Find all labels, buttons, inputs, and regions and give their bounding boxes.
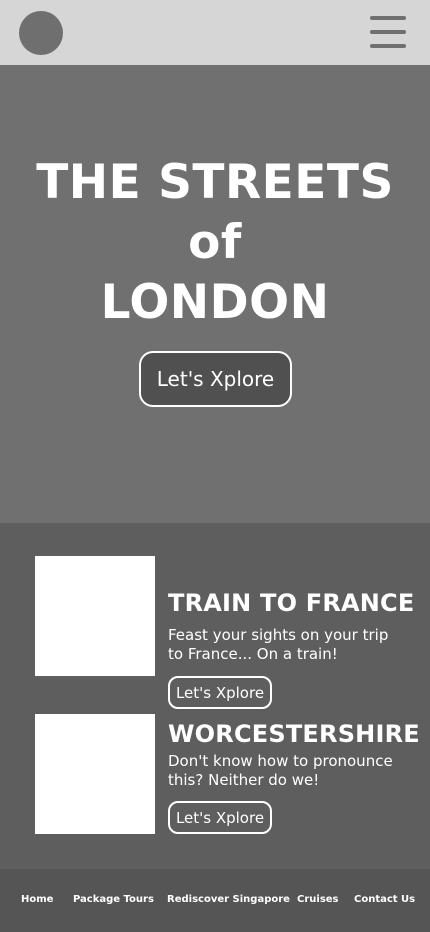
- footer-link-rediscover-singapore[interactable]: Rediscover Singapore: [167, 894, 290, 905]
- hero-title-line-2: of: [188, 215, 242, 270]
- card-description: Feast your sights on your trip to France…: [168, 626, 389, 663]
- menu-line-icon: [370, 30, 406, 34]
- menu-line-icon: [370, 44, 406, 48]
- card-explore-button[interactable]: Let's Xplore: [168, 801, 272, 834]
- logo-icon[interactable]: [19, 11, 63, 55]
- card-image[interactable]: [35, 556, 155, 676]
- menu-line-icon: [370, 16, 406, 20]
- destination-card-train-to-france: TRAIN TO FRANCE Feast your sights on you…: [0, 556, 430, 709]
- top-bar: [0, 0, 430, 65]
- destination-card-worcestershire: WORCESTERSHIRE Don't know how to pronoun…: [0, 714, 430, 836]
- hero-section: THE STREETS of LONDON Let's Xplore: [0, 65, 430, 523]
- footer-link-contact-us[interactable]: Contact Us: [354, 894, 415, 905]
- card-description: Don't know how to pronounce this? Neithe…: [168, 752, 393, 789]
- hero-title-line-3: LONDON: [100, 275, 330, 330]
- hero-title-line-1: THE STREETS: [36, 155, 394, 210]
- card-title: TRAIN TO FRANCE: [168, 589, 415, 617]
- hero-explore-button[interactable]: Let's Xplore: [139, 351, 292, 407]
- card-explore-button[interactable]: Let's Xplore: [168, 676, 272, 709]
- footer-link-home[interactable]: Home: [21, 894, 53, 905]
- card-image[interactable]: [35, 714, 155, 834]
- card-title: WORCESTERSHIRE: [168, 720, 420, 748]
- destinations-section: TRAIN TO FRANCE Feast your sights on you…: [0, 523, 430, 869]
- hero-title: THE STREETS of LONDON: [0, 153, 430, 333]
- footer-link-package-tours[interactable]: Package Tours: [73, 894, 154, 905]
- hamburger-menu-button[interactable]: [368, 14, 408, 50]
- footer-nav: Home Package Tours Rediscover Singapore …: [0, 869, 430, 932]
- footer-link-cruises[interactable]: Cruises: [297, 894, 339, 905]
